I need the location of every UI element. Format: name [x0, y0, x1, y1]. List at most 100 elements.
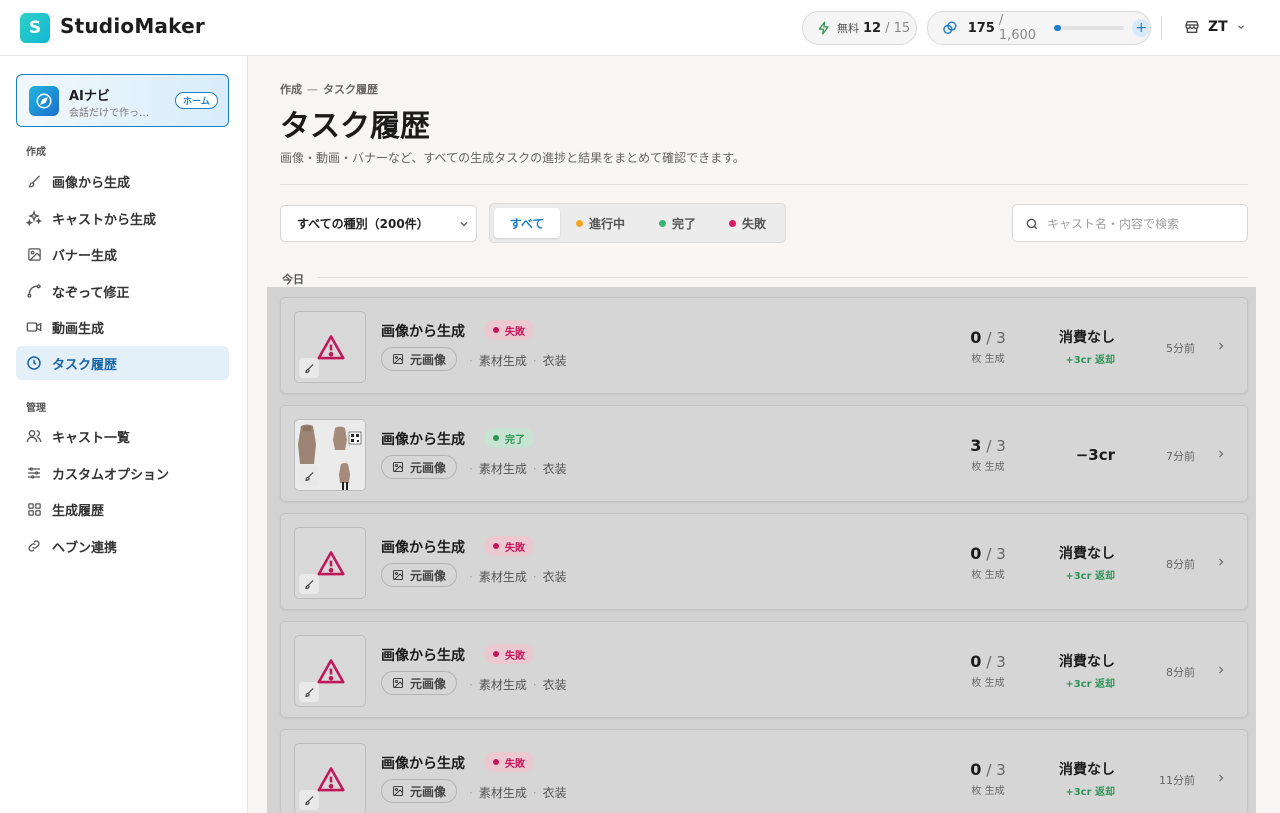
status-badge: 失敗 — [484, 536, 534, 556]
source-image-chip[interactable]: 元画像 — [381, 671, 458, 695]
task-row[interactable]: 画像から生成 失敗 元画像 · 素材生成 · 衣装 0 / 3 枚 生成 消費なし +3c… — [280, 297, 1248, 394]
task-time: 7分前 — [1166, 450, 1195, 463]
brush-icon — [299, 466, 319, 486]
task-meta: · 素材生成 · 衣装 — [469, 786, 567, 800]
task-meta-category: 衣装 — [542, 786, 567, 800]
count-unit: 枚 生成 — [971, 678, 1005, 689]
sidebar-item-label: カスタムオプション — [52, 467, 170, 483]
sidebar-item-label: タスク履歴 — [52, 357, 118, 373]
task-meta-type: 素材生成 — [478, 786, 527, 800]
app-name[interactable]: StudioMaker — [60, 14, 205, 38]
running-dot — [576, 219, 583, 227]
source-image-chip[interactable]: 元画像 — [381, 779, 458, 803]
image-icon — [392, 785, 404, 797]
header-divider — [1161, 16, 1162, 40]
task-thumbnail — [294, 635, 366, 707]
generated-count: 3 / 3 枚 生成 — [961, 436, 1015, 473]
source-image-chip[interactable]: 元画像 — [381, 347, 458, 371]
credit-cost: 消費なし +3cr 返却 — [1059, 543, 1115, 582]
store-icon[interactable] — [1184, 19, 1200, 35]
sidebar-item-banner[interactable]: バナー生成 — [16, 237, 229, 271]
sidebar-item-label: 動画生成 — [52, 321, 105, 337]
filter-running-button[interactable]: 進行中 — [576, 208, 625, 238]
status-badge: 失敗 — [484, 320, 534, 340]
app-logo[interactable]: S — [20, 13, 50, 43]
ai-navi-card[interactable]: AIナビ 会話だけで作っ… ホーム — [16, 74, 229, 127]
count-total: / 3 — [986, 761, 1006, 779]
generated-count: 0 / 3 枚 生成 — [961, 760, 1015, 797]
credit-pill[interactable]: 175 / 1,600 + — [927, 11, 1151, 45]
cost-label: 消費なし — [1059, 762, 1115, 778]
source-image-chip[interactable]: 元画像 — [381, 563, 458, 587]
done-dot — [659, 219, 666, 227]
count-unit: 枚 生成 — [971, 354, 1005, 365]
free-quota-pill[interactable]: 無料 12 / 15 — [802, 11, 917, 45]
chevron-right-icon[interactable] — [1215, 662, 1227, 678]
user-initials[interactable]: ZT — [1208, 19, 1228, 35]
filter-failed-button[interactable]: 失敗 — [729, 208, 766, 238]
grid-icon — [26, 501, 42, 517]
type-filter-select[interactable]: すべての種別（200件） — [280, 205, 477, 242]
lightning-icon — [818, 21, 829, 35]
status-dot — [493, 327, 499, 333]
date-group-label: 今日 — [282, 273, 304, 286]
sidebar-item-video[interactable]: 動画生成 — [16, 310, 229, 344]
home-badge[interactable]: ホーム — [175, 92, 218, 109]
task-thumbnail — [294, 311, 366, 383]
warning-icon — [317, 659, 345, 684]
credit-total: / 1,600 — [998, 13, 1037, 43]
filter-all-button[interactable]: すべて — [494, 208, 560, 238]
source-chip-label: 元画像 — [410, 460, 447, 475]
sidebar-item-trace-fix[interactable]: なぞって修正 — [16, 274, 229, 308]
sidebar-item-label: 画像から生成 — [52, 175, 131, 191]
chevron-right-icon[interactable] — [1215, 446, 1227, 462]
count-total: / 3 — [986, 653, 1006, 671]
search-box[interactable] — [1012, 204, 1248, 242]
section-label-create: 作成 — [26, 147, 46, 158]
task-thumbnail — [294, 527, 366, 599]
source-chip-label: 元画像 — [410, 676, 447, 691]
source-chip-label: 元画像 — [410, 784, 447, 799]
chevron-right-icon[interactable] — [1215, 770, 1227, 786]
task-time: 8分前 — [1166, 558, 1195, 571]
free-label: 無料 — [837, 22, 859, 35]
generated-count: 0 / 3 枚 生成 — [961, 328, 1015, 365]
failed-dot — [729, 219, 736, 227]
divider — [280, 184, 1248, 185]
breadcrumb: 作成 — タスク履歴 — [280, 81, 378, 97]
task-row[interactable]: 画像から生成 完了 元画像 · 素材生成 · 衣装 3 / 3 枚 生成 −3cr 7分… — [280, 405, 1248, 502]
sidebar-item-custom-options[interactable]: カスタムオプション — [16, 456, 229, 490]
credit-balance: 175 — [967, 20, 995, 36]
sidebar-item-task-history[interactable]: タスク履歴 — [16, 346, 229, 380]
page-title: タスク履歴 — [280, 109, 430, 144]
warning-icon — [317, 551, 345, 576]
filter-done-label: 完了 — [672, 216, 697, 231]
count-unit: 枚 生成 — [971, 786, 1005, 797]
add-credit-button[interactable]: + — [1132, 19, 1151, 37]
sidebar-item-cast-generate[interactable]: キャストから生成 — [16, 201, 229, 235]
chevron-right-icon[interactable] — [1215, 554, 1227, 570]
credit-progress-bar — [1053, 25, 1125, 31]
task-row[interactable]: 画像から生成 失敗 元画像 · 素材生成 · 衣装 0 / 3 枚 生成 消費なし +3c… — [280, 621, 1248, 718]
filter-done-button[interactable]: 完了 — [659, 208, 696, 238]
count-done: 0 — [970, 652, 982, 671]
status-label: 失敗 — [505, 650, 525, 662]
task-meta-type: 素材生成 — [478, 354, 527, 368]
status-badge: 完了 — [484, 428, 534, 448]
sidebar-item-cast-list[interactable]: キャスト一覧 — [16, 419, 229, 453]
task-title: 画像から生成 — [381, 540, 465, 556]
sidebar-item-image-generate[interactable]: 画像から生成 — [16, 164, 229, 198]
status-label: 失敗 — [505, 542, 525, 554]
status-dot — [493, 759, 499, 765]
task-row[interactable]: 画像から生成 失敗 元画像 · 素材生成 · 衣装 0 / 3 枚 生成 消費なし +3c… — [280, 513, 1248, 610]
status-dot — [493, 435, 499, 441]
source-image-chip[interactable]: 元画像 — [381, 455, 458, 479]
sidebar-item-heaven-link[interactable]: ヘブン連携 — [16, 529, 229, 563]
chevron-down-icon[interactable] — [1236, 20, 1246, 34]
task-row[interactable]: 画像から生成 失敗 元画像 · 素材生成 · 衣装 0 / 3 枚 生成 消費なし +3c… — [280, 729, 1248, 813]
chevron-right-icon[interactable] — [1215, 338, 1227, 354]
search-input[interactable] — [1047, 214, 1237, 234]
breadcrumb-current: タスク履歴 — [323, 83, 378, 96]
breadcrumb-parent[interactable]: 作成 — [280, 83, 302, 96]
sidebar-item-generation-history[interactable]: 生成履歴 — [16, 492, 229, 526]
